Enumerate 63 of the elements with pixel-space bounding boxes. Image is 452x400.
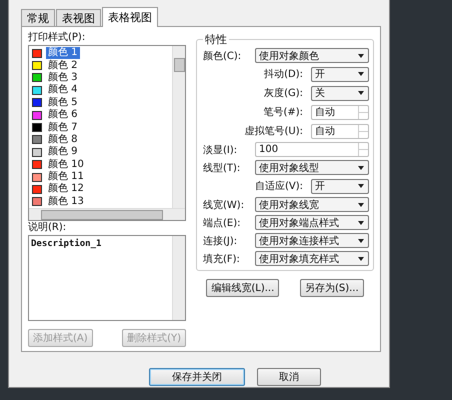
property-label: 线宽(W): xyxy=(203,198,246,212)
property-label: 笔号(#): xyxy=(262,106,304,119)
style-item[interactable]: 颜色 10 xyxy=(46,158,86,171)
caret-icon xyxy=(358,54,364,58)
dropdown[interactable]: 使用对象颜色 xyxy=(255,48,369,63)
style-item[interactable]: 颜色 7 xyxy=(46,122,80,134)
caret-icon xyxy=(358,220,364,224)
style-item[interactable]: 颜色 8 xyxy=(46,134,80,146)
caret-icon xyxy=(358,202,364,206)
property-label: 端点(E): xyxy=(203,216,242,230)
spinner-icon xyxy=(358,143,368,156)
dropdown[interactable]: 开 xyxy=(311,66,369,82)
property-label: 线型(T): xyxy=(203,162,242,174)
dropdown[interactable]: 关 xyxy=(311,86,369,100)
dropdown[interactable]: 使用对象连接样式 xyxy=(255,233,369,248)
tab[interactable]: 表视图 xyxy=(56,9,101,26)
style-item[interactable]: 颜色 3 xyxy=(46,72,80,84)
property-label: 自适应(V): xyxy=(254,180,304,193)
style-item[interactable]: 颜色 5 xyxy=(46,96,80,109)
dropdown[interactable]: 使用对象线型 xyxy=(255,160,369,175)
styles-label: 打印样式(P): xyxy=(28,31,86,45)
group-title: 特性 xyxy=(203,32,229,47)
style-item[interactable]: 颜色 2 xyxy=(46,60,80,72)
property-button[interactable]: 另存为(S)... xyxy=(300,279,364,297)
horizontal-scrollbar[interactable] xyxy=(29,208,185,220)
spin-field[interactable]: 100 xyxy=(255,142,369,157)
dialog-button[interactable]: 保存并关闭 xyxy=(149,368,245,386)
property-label: 灰度(G): xyxy=(263,86,304,100)
property-label: 虚拟笔号(U): xyxy=(244,124,304,138)
style-item[interactable]: 颜色 9 xyxy=(46,146,80,158)
caret-icon xyxy=(358,184,364,188)
tab[interactable]: 表格视图 xyxy=(102,7,158,27)
property-label: 淡显(I): xyxy=(203,144,238,156)
spinner-icon xyxy=(358,124,368,138)
property-label: 抖动(D): xyxy=(263,68,304,81)
style-item[interactable]: 颜色 11 xyxy=(46,171,86,184)
property-button[interactable]: 编辑线宽(L)... xyxy=(206,279,280,297)
property-label: 颜色(C): xyxy=(203,50,242,62)
spin-field[interactable]: 自动 xyxy=(311,124,369,138)
style-item[interactable]: 颜色 4 xyxy=(46,84,80,96)
tab[interactable]: 常规 xyxy=(21,9,55,26)
dropdown[interactable]: 使用对象端点样式 xyxy=(255,215,369,230)
caret-icon xyxy=(358,91,364,95)
style-item[interactable]: 颜色 1 xyxy=(46,47,80,60)
description-label: 说明(R): xyxy=(28,221,68,235)
dropdown[interactable]: 使用对象填充样式 xyxy=(255,251,369,266)
style-item[interactable]: 颜色 13 xyxy=(46,196,86,208)
style-item[interactable]: 颜色 6 xyxy=(46,109,80,122)
caret-icon xyxy=(358,238,364,242)
caret-icon xyxy=(358,166,364,170)
vertical-scrollbar[interactable] xyxy=(172,46,185,208)
dropdown[interactable]: 使用对象线宽 xyxy=(255,197,369,212)
style-list[interactable]: 颜色 1 颜色 2 颜色 3 颜色 4 颜色 5 颜色 6 颜色 7 颜色 8 颜色 9 颜色 10 颜色 11 颜色 12 颜色 13 xyxy=(28,45,186,221)
style-item[interactable]: 颜色 12 xyxy=(46,183,86,196)
caret-icon xyxy=(358,72,364,76)
dialog-button[interactable]: 取消 xyxy=(257,368,321,386)
description-field[interactable]: Description_1 xyxy=(28,235,186,321)
spin-field[interactable]: 自动 xyxy=(311,104,369,120)
spinner-icon xyxy=(358,106,368,118)
dropdown[interactable]: 开 xyxy=(311,178,369,194)
property-label: 填充(F): xyxy=(203,252,241,266)
property-label: 连接(J): xyxy=(203,234,238,248)
caret-icon xyxy=(358,256,364,260)
